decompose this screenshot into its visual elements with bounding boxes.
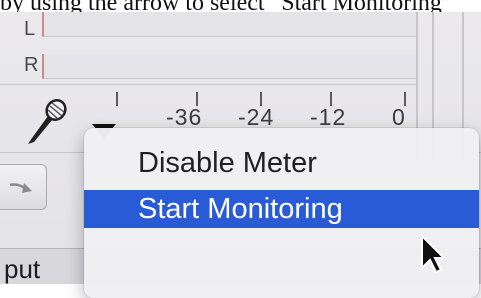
left-channel-label: L: [24, 18, 36, 40]
scale-label-12: -12: [310, 104, 347, 130]
caption-text: by using the arrow to select “Start Moni…: [0, 0, 481, 12]
redo-button[interactable]: [0, 164, 47, 210]
menu-item-start-monitoring[interactable]: Start Monitoring: [84, 190, 479, 228]
scale-label-0: 0: [392, 104, 406, 130]
redo-icon: [9, 183, 32, 193]
microphone-icon[interactable]: [24, 98, 68, 148]
divider: [0, 84, 416, 85]
menu-item-disable-meter[interactable]: Disable Meter: [84, 144, 479, 182]
right-meter-bar[interactable]: [42, 54, 418, 79]
input-label: put: [4, 254, 41, 284]
scale-tick: [116, 92, 118, 106]
scale-label-24: -24: [238, 104, 275, 130]
right-channel-label: R: [24, 54, 39, 76]
scale-label-36: -36: [166, 104, 203, 130]
mouse-pointer-icon: [420, 233, 447, 274]
left-meter-bar[interactable]: [42, 12, 418, 37]
